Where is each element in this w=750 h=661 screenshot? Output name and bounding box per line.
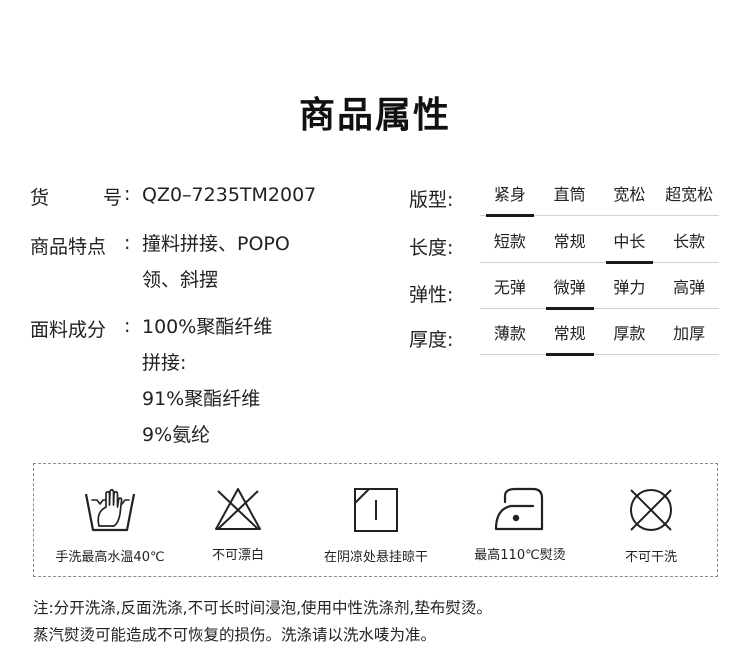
fabric-key: 面料成分: [30, 319, 107, 341]
attr-option[interactable]: 中长: [600, 225, 660, 264]
fabric-value: 100%聚酯纤维 拼接: 91%聚酯纤维 9%氨纶: [142, 316, 273, 446]
attr-label-elasticity: 弹性:: [409, 284, 454, 306]
care-label: 不可干洗: [624, 550, 677, 565]
attr-option[interactable]: 超宽松: [659, 178, 719, 215]
item-no-value: QZ0–7235TM2007: [142, 184, 317, 206]
attr-option[interactable]: 高弹: [659, 271, 719, 308]
attr-option[interactable]: 直筒: [540, 178, 600, 215]
iron-110-icon: [494, 487, 544, 531]
page-title: 商品属性: [298, 95, 451, 136]
care-label: 最高110℃熨烫: [474, 548, 566, 563]
attr-option[interactable]: 长款: [659, 225, 719, 262]
care-label: 手洗最高水温40℃: [55, 550, 165, 565]
care-label: 在阴凉处悬挂晾干: [323, 550, 428, 565]
attr-option[interactable]: 短款: [480, 225, 540, 262]
attr-option[interactable]: 紧身: [480, 178, 540, 217]
attr-options-length: 短款 常规 中长 长款: [480, 225, 719, 264]
attr-label-length: 长度:: [409, 237, 454, 259]
attr-options-fit: 紧身 直筒 宽松 超宽松: [480, 178, 719, 217]
care-note-line-2: 蒸汽熨烫可能造成不可恢复的损伤。洗涤请以洗水唛为准。: [33, 626, 437, 644]
attr-option[interactable]: 宽松: [600, 178, 660, 215]
care-item-line-dry-shade: 在阴凉处悬挂晾干: [306, 486, 446, 565]
care-note-line-1: 注:分开洗涤,反面洗涤,不可长时间浸泡,使用中性洗涤剂,垫布熨烫。: [33, 599, 492, 617]
attr-label-thickness: 厚度:: [409, 329, 454, 351]
features-value: 撞料拼接、POPO 领、斜摆: [142, 233, 290, 291]
care-label: 不可漂白: [211, 548, 264, 563]
attr-option[interactable]: 弹力: [600, 271, 660, 308]
attr-options-elasticity: 无弹 微弹 弹力 高弹: [480, 271, 719, 310]
care-item-no-bleach: 不可漂白: [186, 486, 290, 563]
no-dry-clean-icon: [630, 489, 672, 531]
attr-options-thickness: 薄款 常规 厚款 加厚: [480, 317, 719, 356]
care-item-no-dry-clean: 不可干洗: [596, 486, 706, 565]
attr-option[interactable]: 常规: [540, 317, 600, 356]
item-no-key: 货 号: [30, 187, 122, 209]
attr-option[interactable]: 常规: [540, 225, 600, 262]
attr-label-fit: 版型:: [409, 189, 454, 211]
hand-wash-icon: [84, 488, 136, 532]
attr-option[interactable]: 微弹: [540, 271, 600, 310]
attr-option[interactable]: 无弹: [480, 271, 540, 308]
attr-option[interactable]: 厚款: [600, 317, 660, 354]
care-instructions: 手洗最高水温40℃ 不可漂白 在阴凉处悬挂晾干 最高110℃熨烫 不可干洗: [33, 463, 718, 577]
attr-option[interactable]: 薄款: [480, 317, 540, 354]
attr-option[interactable]: 加厚: [659, 317, 719, 354]
care-item-hand-wash: 手洗最高水温40℃: [48, 486, 172, 565]
care-item-iron: 最高110℃熨烫: [458, 486, 582, 563]
features-key: 商品特点: [30, 236, 107, 258]
no-bleach-icon: [215, 488, 261, 530]
line-dry-shade-icon: [354, 488, 398, 532]
